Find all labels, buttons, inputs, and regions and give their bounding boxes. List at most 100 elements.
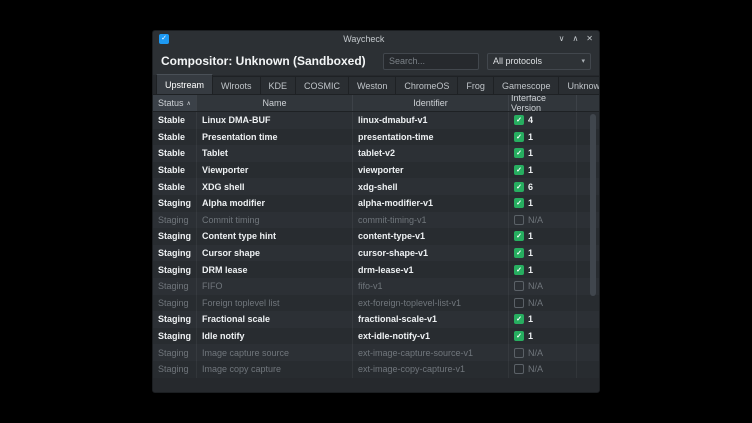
- identifier-cell: xdg-shell: [353, 178, 509, 195]
- table-row[interactable]: StableTablettablet-v2✓1: [153, 145, 599, 162]
- version-value: 4: [528, 115, 533, 125]
- version-value: 1: [528, 132, 533, 142]
- checked-checkbox-icon: ✓: [514, 265, 524, 275]
- status-cell: Stable: [153, 129, 197, 146]
- unchecked-checkbox-icon: [514, 215, 524, 225]
- table-row[interactable]: StagingFractional scalefractional-scale-…: [153, 311, 599, 328]
- name-cell: Content type hint: [197, 228, 353, 245]
- name-cell: Idle notify: [197, 328, 353, 345]
- version-cell: N/A: [509, 278, 577, 295]
- column-header-name[interactable]: Name: [197, 95, 353, 111]
- identifier-cell: ext-image-capture-source-v1: [353, 344, 509, 361]
- tab-gamescope[interactable]: Gamescope: [494, 76, 560, 94]
- identifier-cell: fractional-scale-v1: [353, 311, 509, 328]
- version-cell: ✓1: [509, 162, 577, 179]
- version-cell: N/A: [509, 295, 577, 312]
- identifier-cell: fifo-v1: [353, 278, 509, 295]
- status-cell: Staging: [153, 295, 197, 312]
- version-value: 1: [528, 314, 533, 324]
- tab-cosmic[interactable]: COSMIC: [296, 76, 349, 94]
- tab-upstream[interactable]: Upstream: [156, 74, 213, 94]
- column-header-interface-version[interactable]: Interface Version: [509, 95, 577, 111]
- version-value: 1: [528, 148, 533, 158]
- name-cell: Foreign toplevel list: [197, 295, 353, 312]
- table-row[interactable]: StagingCommit timingcommit-timing-v1N/A: [153, 212, 599, 229]
- table-row[interactable]: StablePresentation timepresentation-time…: [153, 129, 599, 146]
- protocol-filter-dropdown[interactable]: All protocols ▾: [487, 53, 591, 70]
- maximize-button[interactable]: ∧: [572, 31, 578, 47]
- tab-kde[interactable]: KDE: [261, 76, 297, 94]
- name-cell: Alpha modifier: [197, 195, 353, 212]
- table-row[interactable]: StableViewporterviewporter✓1: [153, 162, 599, 179]
- table-row[interactable]: StagingImage capture sourceext-image-cap…: [153, 344, 599, 361]
- search-input[interactable]: [383, 53, 479, 70]
- tab-chromeos[interactable]: ChromeOS: [396, 76, 458, 94]
- version-value: N/A: [528, 364, 543, 374]
- close-button[interactable]: ✕: [586, 31, 593, 47]
- compositor-label: Compositor: Unknown (Sandboxed): [161, 54, 375, 68]
- app-check-icon: ✓: [161, 34, 167, 44]
- version-value: N/A: [528, 215, 543, 225]
- tab-wlroots[interactable]: Wlroots: [213, 76, 261, 94]
- protocol-table: Status ∧ Name Identifier Interface Versi…: [153, 95, 599, 392]
- app-icon: ✓: [159, 34, 169, 44]
- identifier-cell: alpha-modifier-v1: [353, 195, 509, 212]
- table-row[interactable]: StagingCursor shapecursor-shape-v1✓1: [153, 245, 599, 262]
- table-row[interactable]: StagingDRM leasedrm-lease-v1✓1: [153, 261, 599, 278]
- version-cell: ✓6: [509, 178, 577, 195]
- identifier-cell: content-type-v1: [353, 228, 509, 245]
- version-value: 1: [528, 248, 533, 258]
- header-gutter: [577, 95, 599, 111]
- column-header-name-label: Name: [262, 98, 286, 108]
- version-value: 1: [528, 331, 533, 341]
- toolbar: Compositor: Unknown (Sandboxed) All prot…: [153, 47, 599, 75]
- identifier-cell: cursor-shape-v1: [353, 245, 509, 262]
- minimize-button[interactable]: ∨: [559, 31, 565, 47]
- tab-unknown[interactable]: Unknown: [559, 76, 600, 94]
- version-cell: N/A: [509, 361, 577, 378]
- version-value: 1: [528, 165, 533, 175]
- version-cell: ✓1: [509, 261, 577, 278]
- version-value: 1: [528, 231, 533, 241]
- table-row[interactable]: StableXDG shellxdg-shell✓6: [153, 178, 599, 195]
- table-row[interactable]: StagingFIFOfifo-v1N/A: [153, 278, 599, 295]
- status-cell: Stable: [153, 178, 197, 195]
- chevron-down-icon: ▾: [581, 57, 585, 65]
- name-cell: FIFO: [197, 278, 353, 295]
- vertical-scrollbar[interactable]: [590, 114, 596, 389]
- waycheck-window: ✓ Waycheck ∨ ∧ ✕ Compositor: Unknown (Sa…: [152, 30, 600, 393]
- table-row[interactable]: StagingImage copy captureext-image-copy-…: [153, 361, 599, 378]
- tab-weston[interactable]: Weston: [349, 76, 396, 94]
- column-header-interface-version-label: Interface Version: [511, 95, 574, 113]
- tab-frog[interactable]: Frog: [458, 76, 494, 94]
- table-row[interactable]: StagingForeign toplevel listext-foreign-…: [153, 295, 599, 312]
- table-body: StableLinux DMA-BUFlinux-dmabuf-v1✓4Stab…: [153, 112, 599, 392]
- status-cell: Staging: [153, 261, 197, 278]
- table-row[interactable]: StagingIdle notifyext-idle-notify-v1✓1: [153, 328, 599, 345]
- table-row[interactable]: StagingContent type hintcontent-type-v1✓…: [153, 228, 599, 245]
- column-header-identifier[interactable]: Identifier: [353, 95, 509, 111]
- version-value: 1: [528, 265, 533, 275]
- scrollbar-thumb[interactable]: [590, 114, 596, 296]
- status-cell: Staging: [153, 228, 197, 245]
- identifier-cell: linux-dmabuf-v1: [353, 112, 509, 129]
- table-row[interactable]: StableLinux DMA-BUFlinux-dmabuf-v1✓4: [153, 112, 599, 129]
- tab-bar: UpstreamWlrootsKDECOSMICWestonChromeOSFr…: [153, 75, 599, 95]
- unchecked-checkbox-icon: [514, 298, 524, 308]
- version-value: N/A: [528, 298, 543, 308]
- identifier-cell: presentation-time: [353, 129, 509, 146]
- name-cell: Fractional scale: [197, 311, 353, 328]
- version-cell: ✓1: [509, 228, 577, 245]
- name-cell: Image capture source: [197, 344, 353, 361]
- table-row[interactable]: StagingAlpha modifieralpha-modifier-v1✓1: [153, 195, 599, 212]
- sort-ascending-icon: ∧: [187, 100, 191, 107]
- status-cell: Staging: [153, 311, 197, 328]
- status-cell: Stable: [153, 112, 197, 129]
- unchecked-checkbox-icon: [514, 364, 524, 374]
- version-cell: ✓1: [509, 145, 577, 162]
- checked-checkbox-icon: ✓: [514, 115, 524, 125]
- identifier-cell: drm-lease-v1: [353, 261, 509, 278]
- column-header-status[interactable]: Status ∧: [153, 95, 197, 111]
- column-header-status-label: Status: [158, 98, 184, 108]
- titlebar[interactable]: ✓ Waycheck ∨ ∧ ✕: [153, 31, 599, 47]
